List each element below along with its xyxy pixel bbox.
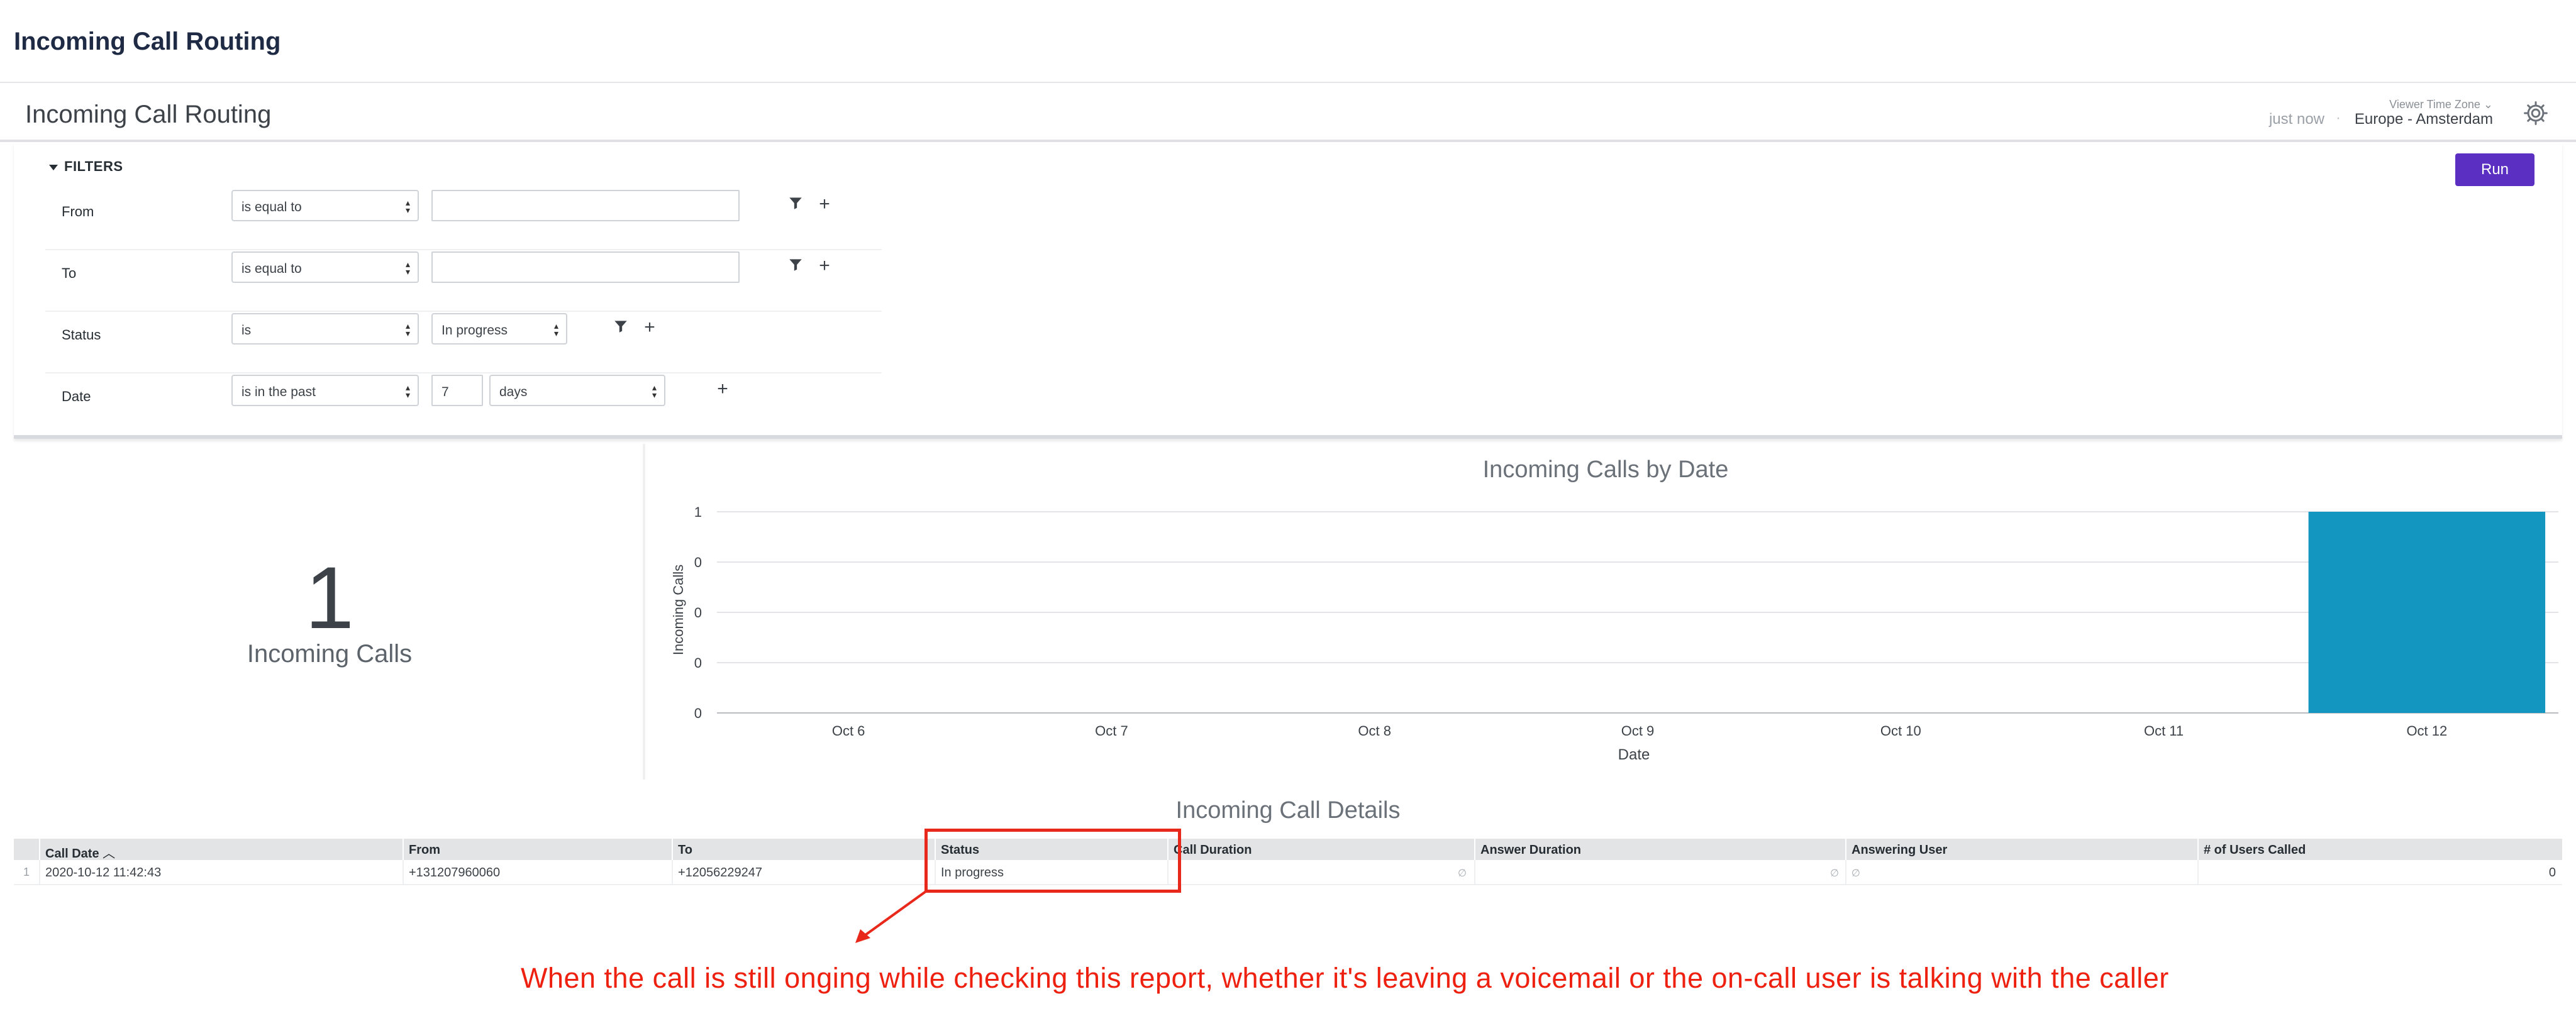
filter-operator-select[interactable]: is in the past ▴ ▾ — [231, 375, 419, 406]
bar[interactable] — [2308, 512, 2546, 713]
filter-operator-select[interactable]: is equal to ▴ ▾ — [231, 251, 419, 283]
cell-answer-duration: ∅ — [1474, 860, 1845, 885]
add-icon[interactable]: + — [814, 255, 835, 277]
select-arrows-icon: ▴ ▾ — [553, 321, 558, 338]
annotation-highlight-box — [924, 829, 1181, 893]
filter-number-input[interactable]: 7 — [431, 375, 483, 406]
filter-label: Status — [62, 327, 101, 343]
annotation-arrow — [855, 890, 927, 943]
dashboard-title: Incoming Call Routing — [25, 101, 272, 128]
filter-row-to: To is equal to ▴ ▾ + — [45, 251, 882, 312]
x-tick-label: Oct 11 — [2144, 723, 2184, 739]
select-arrows-icon: ▴ ▾ — [405, 197, 410, 215]
y-tick-label: 1 — [694, 504, 702, 520]
column-header-answer-duration[interactable]: Answer Duration — [1474, 839, 1845, 860]
null-icon: ∅ — [1830, 868, 1839, 879]
x-tick-label: Oct 12 — [2406, 723, 2447, 739]
caret-down-icon — [49, 164, 58, 170]
filter-value-input[interactable] — [431, 251, 740, 283]
filter-label: Date — [62, 389, 91, 404]
x-axis-label: Date — [1618, 746, 1650, 763]
add-icon[interactable]: + — [712, 378, 733, 400]
filter-operator-select[interactable]: is ▴ ▾ — [231, 313, 419, 345]
filter-unit-select[interactable]: days ▴ ▾ — [489, 375, 665, 406]
app-header: Incoming Call Routing — [0, 0, 2576, 83]
gear-icon[interactable] — [2522, 99, 2550, 127]
x-tick-label: Oct 9 — [1621, 723, 1655, 739]
cell-call-duration: ∅ — [1167, 860, 1473, 885]
annotation-text: When the call is still onging while chec… — [521, 962, 2169, 994]
x-tick-label: Oct 6 — [832, 723, 865, 739]
select-arrows-icon: ▴ ▾ — [405, 321, 410, 338]
last-run-text: just now — [2268, 111, 2324, 128]
x-tick-label: Oct 7 — [1095, 723, 1128, 739]
y-tick-label: 0 — [694, 605, 702, 621]
column-header-call-date[interactable]: Call Date ︿ — [39, 839, 402, 861]
column-header-users-called[interactable]: # of Users Called — [2197, 839, 2562, 860]
table-title: Incoming Call Details — [1175, 797, 1401, 824]
kpi-value: 1 — [305, 548, 354, 647]
cell-to: +12056229247 — [672, 860, 928, 885]
cell-from: +131207960060 — [402, 860, 686, 885]
cell-users-called: 0 — [2197, 860, 2562, 885]
y-tick-label: 0 — [694, 555, 702, 570]
sort-ascending-icon: ︿ — [103, 847, 116, 861]
filter-icon[interactable] — [610, 318, 631, 339]
select-arrows-icon: ▴ ▾ — [405, 382, 410, 400]
filters-panel: FILTERS Run From is equal to ▴ ▾ + To is e… — [14, 142, 2562, 439]
filter-row-status: Status is ▴ ▾ In progress ▴ ▾ + — [45, 313, 882, 373]
app-title: Incoming Call Routing — [14, 28, 281, 55]
column-header-from[interactable]: From — [402, 839, 686, 860]
add-icon[interactable]: + — [814, 194, 835, 215]
filters-toggle[interactable]: FILTERS — [49, 158, 123, 175]
timezone-value[interactable]: Europe - Amsterdam — [2329, 111, 2493, 128]
column-header-call-duration[interactable]: Call Duration — [1167, 839, 1473, 860]
filter-value-input[interactable] — [431, 190, 740, 221]
cell-answering-user: ∅ — [1845, 860, 2197, 885]
add-icon[interactable]: + — [639, 317, 660, 338]
chevron-down-icon: ⌄ — [2483, 98, 2493, 111]
x-tick-label: Oct 8 — [1358, 723, 1391, 739]
timezone-label[interactable]: Viewer Time Zone ⌄ — [2329, 98, 2493, 111]
run-button[interactable]: Run — [2455, 153, 2534, 186]
filter-label: To — [62, 265, 77, 281]
filter-label: From — [62, 204, 94, 219]
select-arrows-icon: ▴ ▾ — [652, 382, 657, 400]
dashboard-header: Incoming Call Routing just now · Viewer … — [0, 84, 2576, 142]
filter-status-select[interactable]: In progress ▴ ▾ — [431, 313, 567, 345]
cell-call-date: 2020-10-12 11:42:43 — [39, 860, 402, 885]
kpi-label: Incoming Calls — [247, 640, 413, 668]
table-header: Call Date ︿ From To Status Call Duration… — [14, 839, 2562, 861]
y-tick-label: 0 — [694, 705, 702, 721]
select-arrows-icon: ▴ ▾ — [405, 259, 410, 277]
y-tick-label: 0 — [694, 655, 702, 671]
x-tick-label: Oct 10 — [1880, 723, 1921, 739]
column-header-answering-user[interactable]: Answering User — [1845, 839, 2197, 860]
y-axis-label: Incoming Calls — [670, 565, 686, 655]
null-icon: ∅ — [1458, 868, 1467, 879]
filter-row-date: Date is in the past ▴ ▾ 7 days ▴ ▾ + — [45, 375, 882, 435]
null-icon: ∅ — [1852, 868, 1860, 879]
row-number: 1 — [23, 866, 30, 878]
column-header-to[interactable]: To — [672, 839, 928, 860]
filter-operator-select[interactable]: is equal to ▴ ▾ — [231, 190, 419, 221]
filter-icon[interactable] — [785, 195, 806, 216]
filter-icon[interactable] — [785, 257, 806, 278]
bar-chart: Incoming Calls Date 1 0 0 0 0 Oct 6 Oct 7 Oct … — [670, 504, 2558, 763]
filter-row-from: From is equal to ▴ ▾ + — [45, 190, 882, 250]
table-row[interactable]: 1 2020-10-12 11:42:43 +131207960060 +120… — [14, 860, 2562, 885]
